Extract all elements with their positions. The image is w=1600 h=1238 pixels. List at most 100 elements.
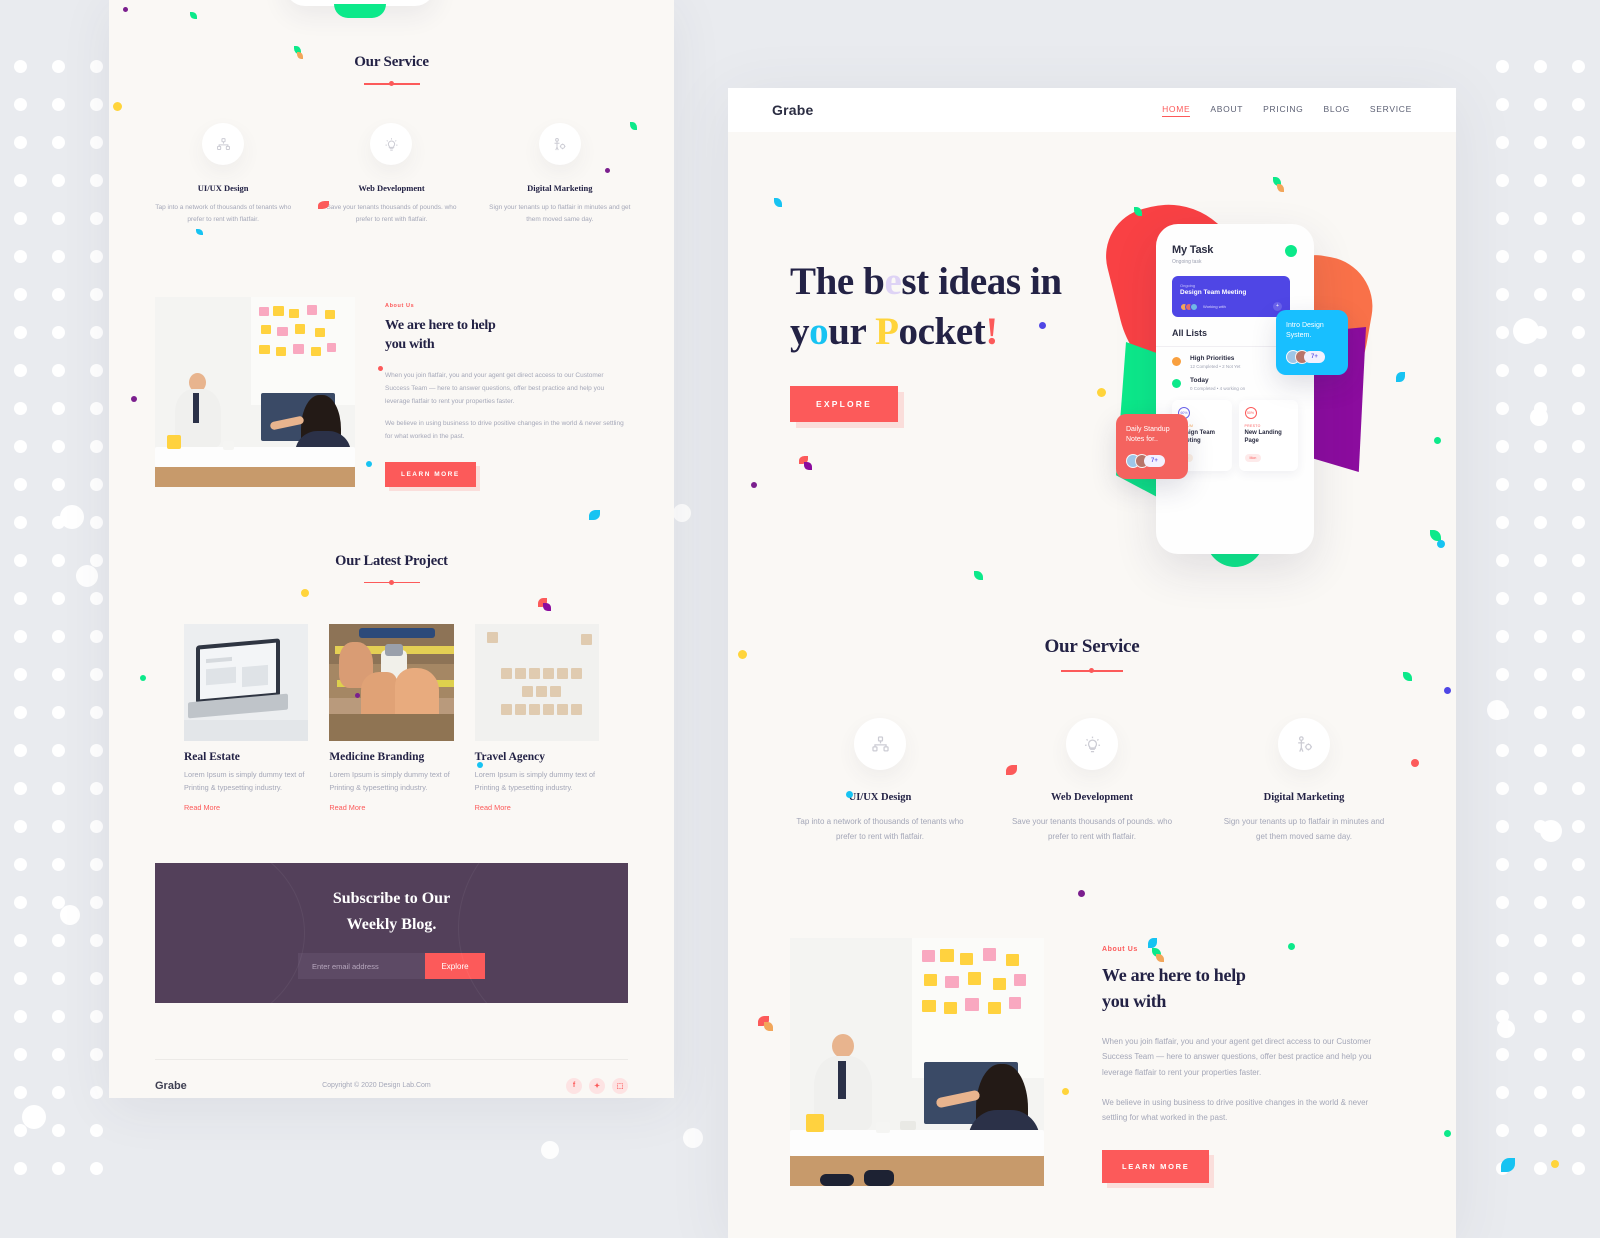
- confetti-leaf: [1277, 184, 1284, 192]
- lightbulb-icon: [1066, 718, 1118, 770]
- floating-card-text: Daily Standup Notes for..: [1126, 426, 1170, 444]
- confetti-leaf: [804, 462, 812, 470]
- about-copy: About Us We are here to help you with Wh…: [355, 297, 628, 487]
- phone-ongoing-card[interactable]: Ongoing Design Team Meeting Working with…: [1172, 276, 1290, 317]
- decor-circle: [673, 504, 691, 522]
- floating-card-daily-standup[interactable]: Daily Standup Notes for.. 7+: [1116, 414, 1188, 480]
- about-paragraph-2: We believe in using business to drive po…: [1102, 1097, 1369, 1123]
- service-title: Our Service: [354, 54, 429, 70]
- social-links: f ✦ ⬚: [566, 1077, 628, 1094]
- confetti-leaf: [1156, 954, 1164, 962]
- service-desc: Sign your tenants up to flatfair in minu…: [1223, 817, 1385, 842]
- service-card-marketing: Digital Marketing Sign your tenants up t…: [476, 123, 644, 227]
- phone-task-title: My Task: [1172, 244, 1214, 256]
- confetti-dot: [1437, 540, 1445, 548]
- service-list: UI/UX Design Tap into a network of thous…: [109, 123, 674, 227]
- project-thumbnail: [474, 623, 599, 741]
- service-name: Digital Marketing: [527, 183, 593, 193]
- phone-project-tile[interactable]: 50% PRESTO New Landing Page Mon: [1238, 400, 1298, 471]
- subscribe-section: Subscribe to Our Weekly Blog. Explore: [155, 862, 628, 1003]
- project-desc: Lorem Ipsum is simply dummy text of Prin…: [474, 769, 596, 793]
- phone-task-subtitle: Ongoing task: [1172, 259, 1202, 265]
- read-more-link[interactable]: Read More: [475, 803, 511, 812]
- service-card-uiux: UI/UX Design Tap into a network of thous…: [774, 718, 986, 844]
- service-list: UI/UX Design Tap into a network of thous…: [728, 718, 1456, 844]
- service-section-header: Our Service: [109, 54, 674, 89]
- confetti-dot: [378, 366, 383, 371]
- add-member-button[interactable]: +: [1273, 302, 1282, 311]
- project-card-medicine[interactable]: Medicine Branding Lorem Ipsum is simply …: [329, 623, 454, 815]
- title-underline: [363, 578, 420, 588]
- confetti-dot: [738, 650, 747, 659]
- list-bullet-icon: [1172, 357, 1181, 366]
- phone-card-tag: Ongoing: [1180, 283, 1196, 288]
- nav-item-about[interactable]: ABOUT: [1210, 104, 1243, 116]
- confetti-dot: [1434, 437, 1441, 444]
- confetti-leaf: [764, 1022, 773, 1031]
- phone-mockup: My Task Ongoing task Ongoing Design Team…: [1156, 224, 1314, 554]
- nav-item-home[interactable]: HOME: [1162, 104, 1191, 117]
- about-title: We are here to help you with: [1102, 965, 1246, 1011]
- about-copy: About Us We are here to help you with Wh…: [1044, 938, 1394, 1186]
- learn-more-button[interactable]: LEARN MORE: [385, 461, 476, 487]
- confetti-dot: [1097, 388, 1106, 397]
- projects-list: Real Estate Lorem Ipsum is simply dummy …: [109, 623, 674, 815]
- confetti-dot: [1062, 1088, 1069, 1095]
- service-card-webdev: Web Development Save your tenants thousa…: [986, 718, 1198, 844]
- project-thumbnail: [184, 623, 309, 741]
- learn-more-button[interactable]: LEARN MORE: [1102, 1149, 1210, 1183]
- tile-day-pill: Mon: [1244, 453, 1262, 462]
- confetti-dot: [131, 396, 137, 402]
- phone-card-name: Design Team Meeting: [1180, 289, 1247, 296]
- nav-item-blog[interactable]: BLOG: [1324, 104, 1350, 116]
- project-name: Medicine Branding: [329, 750, 425, 763]
- project-desc: Lorem Ipsum is simply dummy text of Prin…: [329, 769, 450, 793]
- project-card-real-estate[interactable]: Real Estate Lorem Ipsum is simply dummy …: [184, 623, 309, 815]
- subscribe-title: Subscribe to Our Weekly Blog.: [332, 890, 451, 933]
- project-name: Real Estate: [184, 750, 240, 763]
- confetti-leaf: [630, 122, 637, 130]
- email-input[interactable]: [298, 953, 425, 980]
- confetti-dot: [751, 482, 757, 488]
- avatar-group: [1180, 302, 1198, 311]
- service-name: Digital Marketing: [1263, 792, 1345, 803]
- service-card-uiux: UI/UX Design Tap into a network of thous…: [139, 123, 307, 227]
- brand-logo[interactable]: Grabe: [772, 102, 813, 118]
- hero-copy: The best ideas in your Pocket! EXPLORE: [790, 257, 1120, 423]
- nav-item-service[interactable]: SERVICE: [1370, 104, 1412, 116]
- nav-links: HOME ABOUT PRICING BLOG SERVICE: [1162, 104, 1412, 117]
- confetti-dot: [1078, 890, 1085, 897]
- subscribe-form: Explore: [298, 953, 485, 980]
- about-office-photo: [155, 296, 355, 487]
- list-bullet-icon: [1172, 379, 1181, 388]
- floating-card-intro-design[interactable]: Intro Design System. 7+: [1276, 310, 1348, 376]
- nav-item-pricing[interactable]: PRICING: [1263, 104, 1303, 116]
- confetti-leaf: [297, 52, 303, 59]
- service-card-marketing: Digital Marketing Sign your tenants up t…: [1198, 718, 1410, 844]
- about-title: We are here to help you with: [385, 317, 496, 352]
- read-more-link[interactable]: Read More: [184, 803, 220, 812]
- about-section: About Us We are here to help you with Wh…: [728, 938, 1456, 1187]
- twitter-icon[interactable]: ✦: [589, 1077, 605, 1094]
- service-name: UI/UX Design: [197, 183, 249, 193]
- explore-button[interactable]: EXPLORE: [790, 386, 899, 423]
- confetti-dot: [605, 168, 610, 173]
- project-name: Travel Agency: [474, 750, 546, 763]
- confetti-leaf: [589, 510, 600, 520]
- confetti-dot: [301, 589, 309, 597]
- cropped-green-blob: [334, 4, 386, 18]
- read-more-link[interactable]: Read More: [329, 803, 365, 812]
- projects-title: Our Latest Project: [335, 552, 448, 569]
- project-card-travel[interactable]: Travel Agency Lorem Ipsum is simply dumm…: [474, 623, 599, 815]
- copyright-text: Copyright © 2020 Design Lab.Com: [322, 1082, 431, 1090]
- confetti-dot: [1551, 1160, 1559, 1168]
- project-thumbnail: [329, 623, 454, 741]
- instagram-icon[interactable]: ⬚: [612, 1077, 628, 1094]
- service-section-header: Our Service: [728, 636, 1456, 676]
- phone-list-item[interactable]: Today 0 Completed • 4 working on: [1172, 377, 1298, 391]
- left-page-preview: Our Service UI/UX Design Tap into a netw…: [109, 0, 674, 1098]
- hero-illustration: My Task Ongoing task Ongoing Design Team…: [1095, 189, 1408, 572]
- facebook-icon[interactable]: f: [566, 1077, 582, 1094]
- about-paragraph-1: When you join flatfair, you and your age…: [385, 372, 605, 405]
- lightbulb-icon: [370, 123, 413, 165]
